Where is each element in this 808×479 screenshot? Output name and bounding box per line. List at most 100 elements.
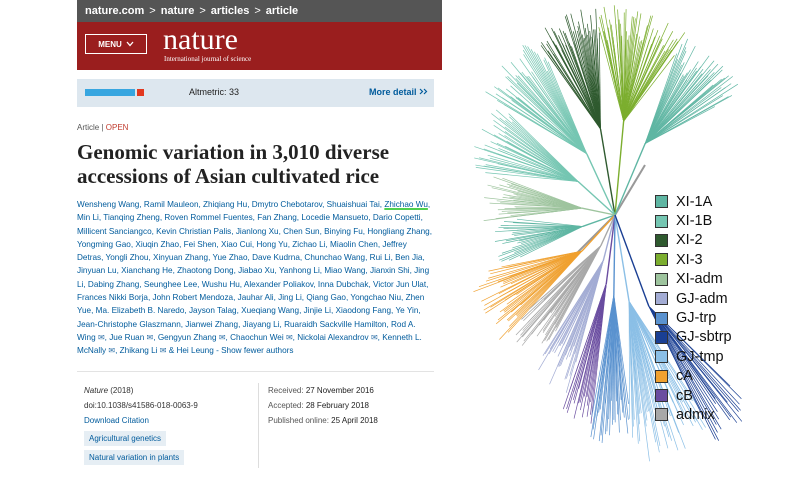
tree-branch: [498, 147, 579, 182]
envelope-icon[interactable]: ✉: [108, 346, 115, 355]
legend-label: GJ-sbtrp: [676, 329, 732, 346]
chevron-down-icon: [126, 41, 134, 47]
envelope-icon[interactable]: ✉: [98, 333, 105, 342]
published-line: Published online: 25 April 2018: [268, 413, 378, 428]
altmetric-bar: Altmetric: 33 More detail: [77, 79, 434, 107]
corr-author-3[interactable]: Chaochun Wei: [230, 333, 284, 342]
received-label: Received:: [268, 386, 304, 395]
tree-legend: XI-1A XI-1B XI-2 XI-3 XI-adm GJ-adm GJ-trp GJ-s…: [655, 192, 732, 425]
legend-swatch: [655, 389, 668, 403]
tree-branch: [599, 128, 616, 216]
double-chevron-right-icon: [419, 88, 428, 95]
legend-label: GJ-adm: [676, 290, 728, 307]
corr-author-1[interactable]: Jue Ruan: [109, 333, 144, 342]
accepted-label: Accepted:: [268, 401, 304, 410]
legend-swatch: [655, 311, 668, 325]
envelope-icon[interactable]: ✉: [371, 333, 378, 342]
legend-swatch: [655, 253, 668, 267]
legend-swatch: [655, 369, 668, 383]
meta-column-divider: [258, 383, 259, 468]
legend-label: XI-3: [676, 251, 703, 268]
authors-part-1[interactable]: Wensheng Wang, Ramil Mauleon, Zhiqiang H…: [77, 200, 384, 209]
more-detail-label: More detail: [368, 87, 417, 97]
highlighted-author[interactable]: Zhichao Wu: [384, 200, 428, 209]
corr-author-2[interactable]: Gengyun Zhang: [158, 333, 217, 342]
legend-swatch: [655, 350, 668, 364]
tree-branch: [510, 85, 587, 154]
breadcrumb-separator: >: [149, 5, 156, 17]
legend-item: GJ-tmp: [655, 347, 732, 366]
tree-branch: [577, 181, 616, 216]
accepted-date: 28 February 2018: [305, 401, 369, 410]
breadcrumb-separator: >: [254, 5, 261, 17]
authors-part-2[interactable]: , Min Li, Tianqing Zheng, Roven Rommel F…: [77, 200, 432, 342]
journal-name: Nature: [84, 386, 109, 395]
received-line: Received: 27 November 2016: [268, 383, 378, 398]
more-detail-link[interactable]: More detail: [369, 87, 428, 97]
envelope-icon[interactable]: ✉: [147, 333, 154, 342]
citation-info: Nature (2018) doi:10.1038/s41586-018-006…: [84, 383, 198, 428]
breadcrumb-nature[interactable]: nature: [161, 5, 195, 17]
published-label: Published online:: [268, 416, 329, 425]
breadcrumb-articles[interactable]: articles: [211, 5, 250, 17]
envelope-icon[interactable]: ✉: [219, 333, 226, 342]
legend-item: XI-3: [655, 250, 732, 269]
envelope-icon[interactable]: ✉: [286, 333, 293, 342]
tree-branch: [582, 207, 616, 216]
legend-label: GJ-trp: [676, 310, 717, 327]
legend-item: XI-1A: [655, 192, 732, 211]
corr-author-6[interactable]: Zhikang Li: [120, 346, 158, 355]
legend-item: XI-adm: [655, 270, 732, 289]
meta-divider: [77, 371, 434, 372]
last-author[interactable]: & Hei Leung: [169, 346, 214, 355]
menu-button[interactable]: MENU: [85, 34, 147, 54]
tree-branch: [614, 143, 646, 216]
legend-swatch: [655, 272, 668, 286]
doi: doi:10.1038/s41586-018-0063-9: [84, 401, 198, 410]
article-type-label: Article: [77, 123, 100, 132]
subject-tag-agricultural-genetics[interactable]: Agricultural genetics: [84, 431, 167, 446]
legend-label: XI-adm: [676, 271, 723, 288]
breadcrumb-separator: >: [199, 5, 206, 17]
corr-author-4[interactable]: Nickolai Alexandrov: [297, 333, 368, 342]
download-citation-link[interactable]: Download Citation: [84, 413, 198, 428]
site-header: MENU nature International journal of sci…: [77, 22, 442, 70]
subject-tag-natural-variation[interactable]: Natural variation in plants: [84, 450, 185, 465]
show-fewer-authors-link[interactable]: - Show fewer authors: [216, 346, 293, 355]
nature-logo[interactable]: nature: [163, 22, 238, 58]
legend-swatch: [655, 233, 668, 247]
legend-swatch: [655, 330, 668, 344]
legend-item: GJ-trp: [655, 308, 732, 327]
legend-label: admix: [676, 406, 715, 423]
altmetric-score: Altmetric: 33: [189, 87, 240, 97]
published-date: 25 April 2018: [331, 416, 378, 425]
legend-item: XI-2: [655, 231, 732, 250]
article-title: Genomic variation in 3,010 diverse acces…: [77, 140, 390, 188]
altmetric-badge-mark: [137, 89, 144, 96]
tree-branch: [614, 214, 650, 307]
legend-label: cB: [676, 387, 693, 404]
url-bar[interactable]: nature.com > nature > articles > article: [77, 0, 442, 22]
envelope-icon[interactable]: ✉: [160, 346, 167, 355]
legend-label: XI-2: [676, 232, 703, 249]
phylogenetic-tree: [473, 5, 743, 462]
altmetric-badge: [85, 89, 135, 96]
history-info: Received: 27 November 2016 Accepted: 28 …: [268, 383, 378, 428]
accepted-line: Accepted: 28 February 2018: [268, 398, 378, 413]
breadcrumb-article: article: [265, 5, 299, 17]
legend-item: GJ-adm: [655, 289, 732, 308]
article-type: Article | OPEN: [77, 123, 128, 132]
legend-label: GJ-tmp: [676, 348, 724, 365]
tree-branch: [644, 60, 715, 144]
article-type-separator: |: [101, 123, 104, 132]
journal-line: Nature (2018): [84, 383, 198, 398]
legend-swatch: [655, 214, 668, 228]
menu-label: MENU: [98, 39, 122, 49]
legend-label: XI-1A: [676, 193, 713, 210]
legend-item: admix: [655, 405, 732, 424]
breadcrumb-site[interactable]: nature.com: [85, 5, 144, 17]
legend-label: cA: [676, 368, 693, 385]
journal-year: (2018): [110, 386, 134, 395]
author-list: Wensheng Wang, Ramil Mauleon, Zhiqiang H…: [77, 200, 432, 356]
received-date: 27 November 2016: [305, 386, 374, 395]
